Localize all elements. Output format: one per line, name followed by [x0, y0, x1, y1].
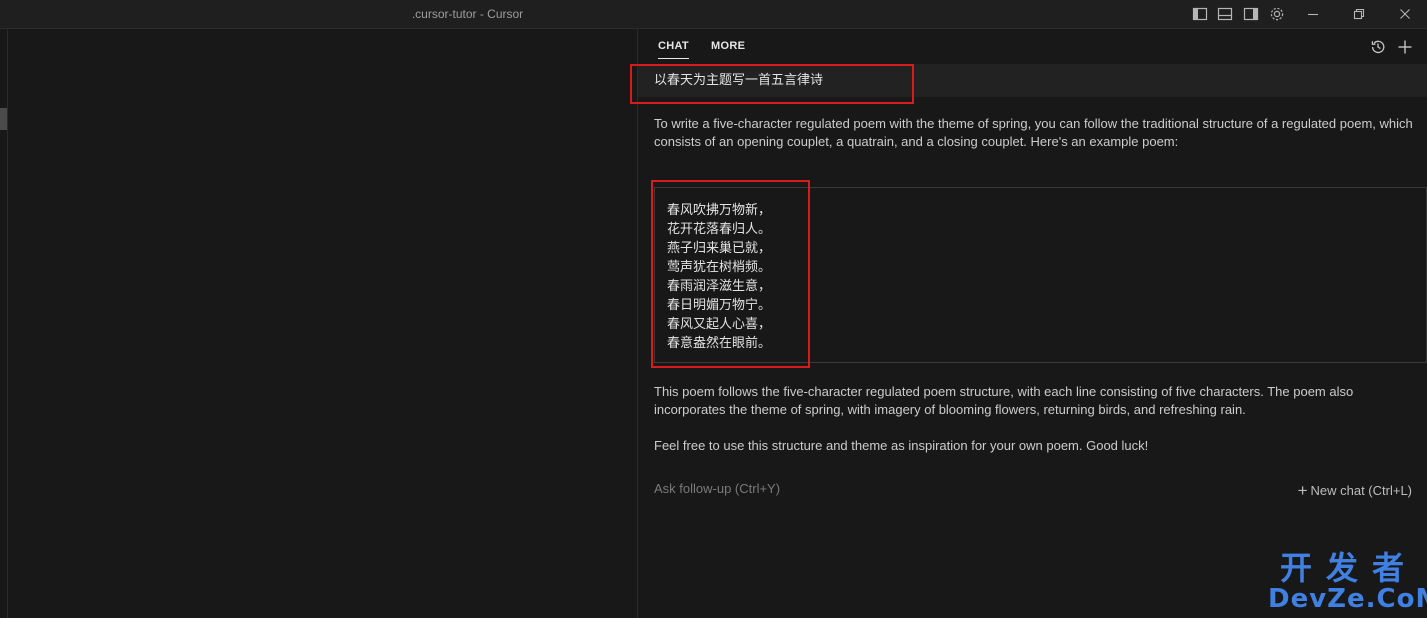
watermark-line1: 开发者 — [1279, 549, 1418, 587]
history-icon[interactable] — [1369, 38, 1387, 56]
response-intro: To write a five-character regulated poem… — [654, 116, 1413, 149]
new-chat-label: New chat (Ctrl+L) — [1310, 483, 1413, 498]
highlight-box-poem — [651, 180, 810, 368]
plus-icon[interactable] — [1396, 38, 1414, 56]
tab-chat[interactable]: CHAT — [658, 40, 689, 59]
plus-icon: + — [1297, 481, 1308, 500]
toggle-secondary-sidebar-icon[interactable] — [1242, 5, 1260, 23]
toggle-panel-icon[interactable] — [1216, 5, 1234, 23]
title-bar: .cursor-tutor - Cursor — [0, 0, 1427, 29]
gear-icon[interactable] — [1268, 5, 1286, 23]
response-explanation: This poem follows the five-character reg… — [654, 384, 1354, 417]
watermark-line2: DevZe.CoM — [1268, 584, 1427, 614]
response-closing: Feel free to use this structure and them… — [654, 438, 1149, 453]
chat-tabs: CHAT MORE — [638, 29, 1427, 65]
minimize-icon[interactable] — [1304, 5, 1322, 23]
new-chat-button[interactable]: + New chat (Ctrl+L) — [1298, 481, 1412, 501]
toggle-primary-sidebar-icon[interactable] — [1191, 5, 1209, 23]
restore-icon[interactable] — [1350, 5, 1368, 23]
window-title: .cursor-tutor - Cursor — [411, 7, 524, 21]
activity-strip — [0, 29, 8, 618]
highlight-box-prompt — [630, 64, 914, 104]
tab-more[interactable]: MORE — [711, 40, 745, 52]
scroll-marker[interactable] — [0, 108, 7, 130]
watermark-logo: 开发者 DevZe.CoM — [1268, 549, 1427, 614]
followup-input[interactable]: Ask follow-up (Ctrl+Y) — [654, 481, 780, 496]
editor-area[interactable] — [0, 29, 637, 618]
close-icon[interactable] — [1396, 5, 1414, 23]
